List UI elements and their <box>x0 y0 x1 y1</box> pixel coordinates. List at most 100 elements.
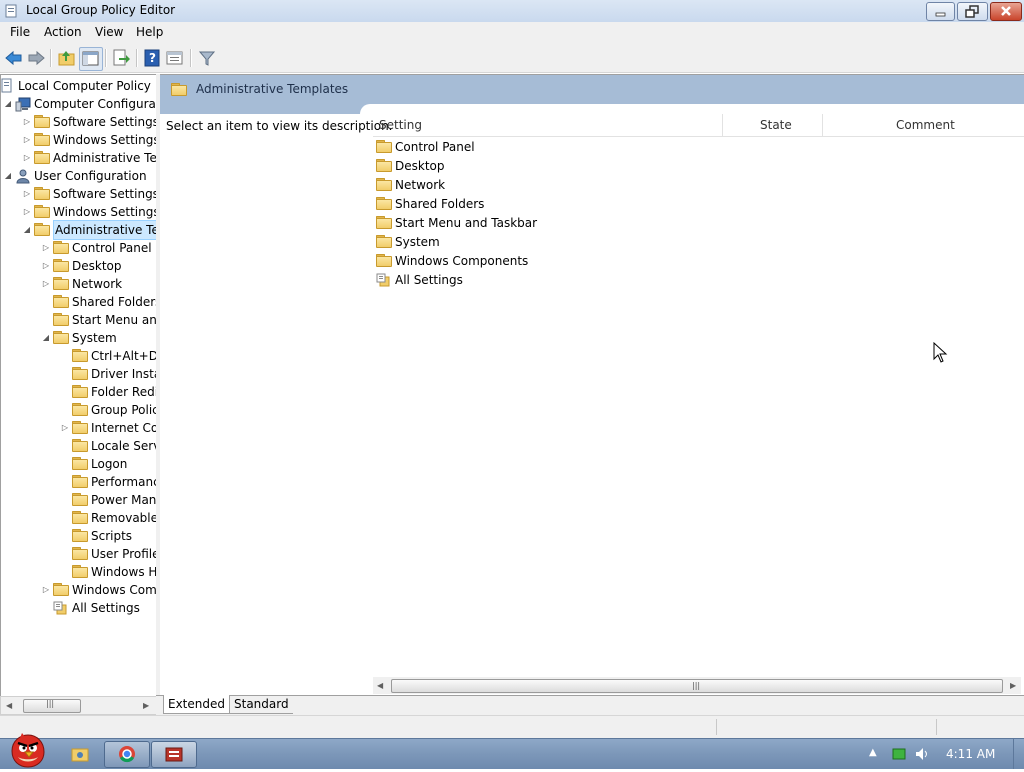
menu-help[interactable]: Help <box>136 25 163 39</box>
expand-arrow-icon[interactable]: ▷ <box>22 113 32 131</box>
expand-arrow-icon[interactable]: ▷ <box>22 203 32 221</box>
tree-item[interactable]: Locale Servi <box>1 437 156 455</box>
tree-item[interactable]: ▷ Control Panel <box>1 239 156 257</box>
column-state[interactable]: State <box>760 118 792 132</box>
all-settings-icon <box>376 273 390 287</box>
tree-item[interactable]: ◢ System <box>1 329 156 347</box>
tree-item[interactable]: Power Mana <box>1 491 156 509</box>
expand-arrow-icon[interactable]: ▷ <box>41 257 51 275</box>
expand-arrow-icon[interactable]: ▷ <box>41 581 51 599</box>
collapse-arrow-icon[interactable]: ◢ <box>3 95 13 113</box>
tree-item[interactable]: ▷ Network <box>1 275 156 293</box>
list-item[interactable]: Shared Folders <box>376 195 676 214</box>
scroll-left-arrow-icon[interactable]: ◀ <box>6 701 12 710</box>
expand-arrow-icon[interactable]: ▷ <box>41 275 51 293</box>
tree-item-label: Internet Cor <box>91 421 157 435</box>
tree-item[interactable]: ◢ User Configuration <box>1 167 156 185</box>
collapse-arrow-icon[interactable]: ◢ <box>41 329 51 347</box>
tree-item[interactable]: Driver Instal <box>1 365 156 383</box>
expand-arrow-icon[interactable]: ▷ <box>22 185 32 203</box>
tab-extended[interactable]: Extended <box>163 695 230 714</box>
list-item[interactable]: Windows Components <box>376 252 676 271</box>
column-setting[interactable]: Setting <box>379 118 422 132</box>
tree-item[interactable]: Ctrl+Alt+De <box>1 347 156 365</box>
taskbar-chrome[interactable] <box>104 741 150 768</box>
minimize-button[interactable] <box>926 2 955 21</box>
show-hide-tree-button[interactable] <box>79 47 103 71</box>
export-list-button[interactable] <box>110 47 132 69</box>
column-comment[interactable]: Comment <box>896 118 955 132</box>
list-item[interactable]: Control Panel <box>376 138 676 157</box>
menu-view[interactable]: View <box>95 25 123 39</box>
show-hidden-icons-icon[interactable]: ▲ <box>869 747 877 758</box>
tree-item[interactable]: Removable <box>1 509 156 527</box>
tree-item[interactable]: Start Menu and <box>1 311 156 329</box>
collapse-arrow-icon[interactable]: ◢ <box>22 221 32 239</box>
filter-button[interactable] <box>196 47 218 69</box>
tree-item[interactable]: ▷ Software Settings <box>1 185 156 203</box>
tree-item[interactable]: ▷ Desktop <box>1 257 156 275</box>
tree-item[interactable]: Windows H <box>1 563 156 581</box>
start-button[interactable] <box>6 731 48 769</box>
tree-item[interactable]: ▷ Administrative Tem <box>1 149 156 167</box>
expand-arrow-icon[interactable]: ▷ <box>60 419 70 437</box>
tree-item[interactable]: Local Computer Policy <box>1 77 156 95</box>
tree-item[interactable]: ▷ Windows Settings <box>1 203 156 221</box>
taskbar-explorer[interactable] <box>57 741 103 768</box>
folder-icon <box>376 159 392 172</box>
menu-action[interactable]: Action <box>44 25 82 39</box>
forward-button[interactable] <box>25 47 47 69</box>
tree-item[interactable]: All Settings <box>1 599 156 617</box>
show-desktop-button[interactable] <box>1013 739 1024 769</box>
details-horizontal-scrollbar[interactable]: ◀ ||| ▶ <box>373 677 1021 694</box>
tree-item-label: Group Polic <box>91 403 157 417</box>
list-item[interactable]: Network <box>376 176 676 195</box>
list-item[interactable]: Start Menu and Taskbar <box>376 214 676 233</box>
tree-item[interactable]: Folder Redir <box>1 383 156 401</box>
scroll-left-arrow-icon[interactable]: ◀ <box>377 681 383 690</box>
list-item[interactable]: All Settings <box>376 271 676 290</box>
help-button[interactable]: ? <box>141 47 163 69</box>
restore-button[interactable] <box>957 2 988 21</box>
tree-item[interactable]: ◢ Computer Configuratio <box>1 95 156 113</box>
expand-arrow-icon[interactable]: ▷ <box>41 239 51 257</box>
tree-item[interactable]: Logon <box>1 455 156 473</box>
toolbar: ? <box>0 43 1024 73</box>
details-scroll-thumb[interactable]: ||| <box>391 679 1003 693</box>
list-item[interactable]: System <box>376 233 676 252</box>
network-icon[interactable] <box>892 747 906 761</box>
expand-arrow-icon[interactable]: ▷ <box>22 131 32 149</box>
tree-item[interactable]: ▷ Windows Settings <box>1 131 156 149</box>
tree-scroll-thumb[interactable]: ||| <box>23 699 81 713</box>
up-folder-button[interactable] <box>56 47 78 69</box>
tree-item-label: Software Settings <box>53 115 157 129</box>
details-header: Administrative Templates <box>160 75 1024 104</box>
volume-icon[interactable] <box>914 746 930 762</box>
tree-horizontal-scrollbar[interactable]: ◀ ||| ▶ <box>0 696 157 715</box>
scroll-right-arrow-icon[interactable]: ▶ <box>143 701 149 710</box>
collapse-arrow-icon[interactable]: ◢ <box>3 167 13 185</box>
expand-arrow-icon[interactable]: ▷ <box>22 149 32 167</box>
properties-button[interactable] <box>164 47 186 69</box>
menu-file[interactable]: File <box>10 25 30 39</box>
close-icon <box>1001 6 1011 16</box>
console-tree[interactable]: Local Computer Policy ◢ Computer Configura… <box>0 74 157 697</box>
close-button[interactable] <box>990 2 1022 21</box>
tree-item[interactable]: ▷ Windows Comp <box>1 581 156 599</box>
list-item[interactable]: Desktop <box>376 157 676 176</box>
tree-item[interactable]: Group Polic <box>1 401 157 419</box>
tree-item[interactable]: Scripts <box>1 527 156 545</box>
tree-item[interactable]: ▷ Software Settings <box>1 113 157 131</box>
tree-item[interactable]: ▷ Internet Cor <box>1 419 157 437</box>
tree-item[interactable]: ◢ Administrative Tem <box>1 220 156 240</box>
tab-standard[interactable]: Standard <box>230 695 293 714</box>
forward-arrow-icon <box>28 50 45 66</box>
view-tabs: Extended Standard <box>156 695 1024 715</box>
back-button[interactable] <box>3 47 25 69</box>
tree-item[interactable]: User Profile: <box>1 545 156 563</box>
taskbar-group-policy-editor[interactable] <box>151 741 197 768</box>
scroll-right-arrow-icon[interactable]: ▶ <box>1010 681 1016 690</box>
tree-item[interactable]: Shared Folders <box>1 293 156 311</box>
tree-item[interactable]: Performanc <box>1 473 156 491</box>
clock[interactable]: 4:11 AM <box>946 747 995 761</box>
